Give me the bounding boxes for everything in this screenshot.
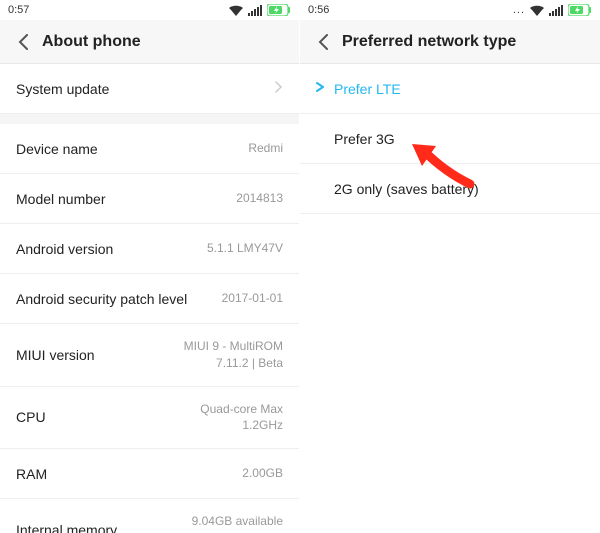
back-button[interactable] <box>12 31 34 53</box>
security-patch-label: Android security patch level <box>16 291 187 307</box>
status-time: 0:56 <box>308 4 329 16</box>
android-version-value: 5.1.1 LMY47V <box>207 240 283 257</box>
security-patch-row[interactable]: Android security patch level 2017-01-01 <box>0 274 299 324</box>
ram-label: RAM <box>16 466 47 482</box>
miui-version-row[interactable]: MIUI version MIUI 9 - MultiROM 7.11.2 | … <box>0 324 299 387</box>
battery-icon <box>267 4 291 16</box>
page-title: Preferred network type <box>342 33 516 51</box>
android-version-label: Android version <box>16 241 113 257</box>
signal-icon <box>248 5 262 16</box>
option-2g-only[interactable]: 2G only (saves battery) <box>300 164 600 214</box>
cpu-label: CPU <box>16 409 46 425</box>
cpu-row[interactable]: CPU Quad-core Max 1.2GHz <box>0 387 299 450</box>
chevron-left-icon <box>18 34 28 50</box>
status-time: 0:57 <box>8 4 29 16</box>
check-icon <box>316 80 326 97</box>
miui-version-value: MIUI 9 - MultiROM 7.11.2 | Beta <box>184 338 283 372</box>
signal-icon <box>549 5 563 16</box>
chevron-left-icon <box>318 34 328 50</box>
battery-icon <box>568 4 592 16</box>
chevron-right-icon <box>275 80 283 98</box>
option-prefer-3g[interactable]: Prefer 3G <box>300 114 600 164</box>
section-divider <box>0 114 299 124</box>
status-bar-right: 0:56 ... <box>300 0 600 20</box>
title-bar-left: About phone <box>0 20 299 64</box>
cpu-value: Quad-core Max 1.2GHz <box>200 401 283 435</box>
status-icons <box>229 4 291 16</box>
status-bar-left: 0:57 <box>0 0 299 20</box>
title-bar-right: Preferred network type <box>300 20 600 64</box>
option-3g-label: Prefer 3G <box>334 131 395 147</box>
device-name-label: Device name <box>16 141 98 157</box>
device-name-value: Redmi <box>248 140 283 157</box>
device-name-row[interactable]: Device name Redmi <box>0 124 299 174</box>
android-version-row[interactable]: Android version 5.1.1 LMY47V <box>0 224 299 274</box>
content-left: System update Device name Redmi Model nu… <box>0 64 299 533</box>
back-button[interactable] <box>312 31 334 53</box>
miui-version-label: MIUI version <box>16 347 95 363</box>
option-2g-label: 2G only (saves battery) <box>334 181 479 197</box>
option-lte-label: Prefer LTE <box>334 81 401 97</box>
phone-left: 0:57 About phone System update Device na… <box>0 0 300 533</box>
wifi-icon <box>229 5 243 16</box>
wifi-icon <box>530 5 544 16</box>
system-update-row[interactable]: System update <box>0 64 299 114</box>
security-patch-value: 2017-01-01 <box>222 290 283 307</box>
internal-memory-label: Internal memory <box>16 522 117 533</box>
internal-memory-value: 9.04GB available 16.00GB total <box>192 513 283 533</box>
dots-icon: ... <box>513 4 525 16</box>
system-update-label: System update <box>16 81 109 97</box>
option-prefer-lte[interactable]: Prefer LTE <box>300 64 600 114</box>
status-icons: ... <box>513 4 592 16</box>
ram-row[interactable]: RAM 2.00GB <box>0 449 299 499</box>
phone-right: 0:56 ... Preferred network type Prefer L… <box>300 0 600 533</box>
page-title: About phone <box>42 33 141 51</box>
model-number-value: 2014813 <box>236 190 283 207</box>
model-number-row[interactable]: Model number 2014813 <box>0 174 299 224</box>
internal-memory-row[interactable]: Internal memory 9.04GB available 16.00GB… <box>0 499 299 533</box>
content-right: Prefer LTE Prefer 3G 2G only (saves batt… <box>300 64 600 533</box>
ram-value: 2.00GB <box>242 465 283 482</box>
model-number-label: Model number <box>16 191 106 207</box>
